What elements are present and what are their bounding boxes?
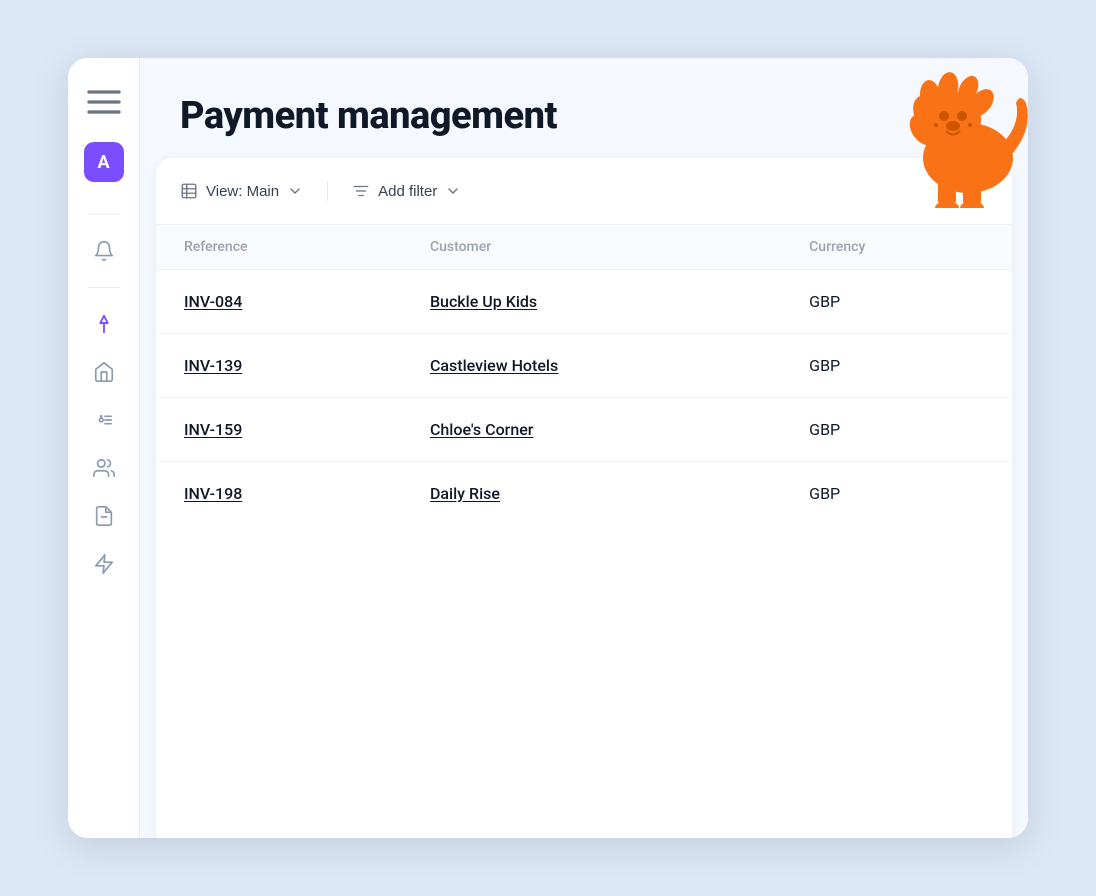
tasks-icon-button[interactable] <box>84 400 124 440</box>
add-filter-button[interactable]: Add filter <box>352 178 461 204</box>
page-title: Payment management <box>180 94 557 138</box>
customer-link[interactable]: Buckle Up Kids <box>430 292 537 311</box>
reference-link[interactable]: INV-159 <box>184 420 242 439</box>
customer-link[interactable]: Daily Rise <box>430 484 500 503</box>
table-row: INV-198 Daily Rise GBP <box>156 462 1012 526</box>
app-container: A <box>68 58 1028 838</box>
lion-logo <box>878 58 1028 208</box>
currency-cell: GBP <box>781 334 1012 398</box>
view-selector-button[interactable]: View: Main <box>180 178 303 204</box>
table-area: View: Main Add filter <box>156 158 1012 838</box>
customer-cell: Buckle Up Kids <box>402 270 781 334</box>
sidebar: A <box>68 58 140 838</box>
col-reference: Reference <box>156 225 402 270</box>
reference-link[interactable]: INV-139 <box>184 356 242 375</box>
filter-icon-button[interactable] <box>84 304 124 344</box>
table-row: INV-159 Chloe's Corner GBP <box>156 398 1012 462</box>
menu-toggle-button[interactable] <box>84 82 124 122</box>
chevron-down-icon <box>287 183 303 199</box>
payments-table: Reference Customer Currency INV-084 Buckl… <box>156 225 1012 525</box>
reference-cell: INV-198 <box>156 462 402 526</box>
view-label: View: Main <box>206 183 279 200</box>
reference-link[interactable]: INV-198 <box>184 484 242 503</box>
toolbar-divider <box>327 181 328 201</box>
table-row: INV-084 Buckle Up Kids GBP <box>156 270 1012 334</box>
customer-cell: Castleview Hotels <box>402 334 781 398</box>
filter-label: Add filter <box>378 183 437 200</box>
col-currency: Currency <box>781 225 1012 270</box>
documents-icon-button[interactable] <box>84 496 124 536</box>
reference-cell: INV-084 <box>156 270 402 334</box>
sidebar-divider-top <box>88 214 120 215</box>
currency-cell: GBP <box>781 270 1012 334</box>
table-row: INV-139 Castleview Hotels GBP <box>156 334 1012 398</box>
reference-cell: INV-139 <box>156 334 402 398</box>
user-avatar[interactable]: A <box>84 142 124 182</box>
notifications-icon-button[interactable] <box>84 231 124 271</box>
home-icon-button[interactable] <box>84 352 124 392</box>
filter-lines-icon <box>352 182 370 200</box>
table-header-row: Reference Customer Currency <box>156 225 1012 270</box>
customer-link[interactable]: Chloe's Corner <box>430 420 534 439</box>
customer-cell: Daily Rise <box>402 462 781 526</box>
currency-cell: GBP <box>781 398 1012 462</box>
reference-link[interactable]: INV-084 <box>184 292 242 311</box>
reference-cell: INV-159 <box>156 398 402 462</box>
lightning-icon-button[interactable] <box>84 544 124 584</box>
col-customer: Customer <box>402 225 781 270</box>
customer-link[interactable]: Castleview Hotels <box>430 356 558 375</box>
sidebar-divider-mid <box>88 287 120 288</box>
currency-cell: GBP <box>781 462 1012 526</box>
filter-chevron-icon <box>445 183 461 199</box>
team-icon-button[interactable] <box>84 448 124 488</box>
customer-cell: Chloe's Corner <box>402 398 781 462</box>
table-view-icon <box>180 182 198 200</box>
